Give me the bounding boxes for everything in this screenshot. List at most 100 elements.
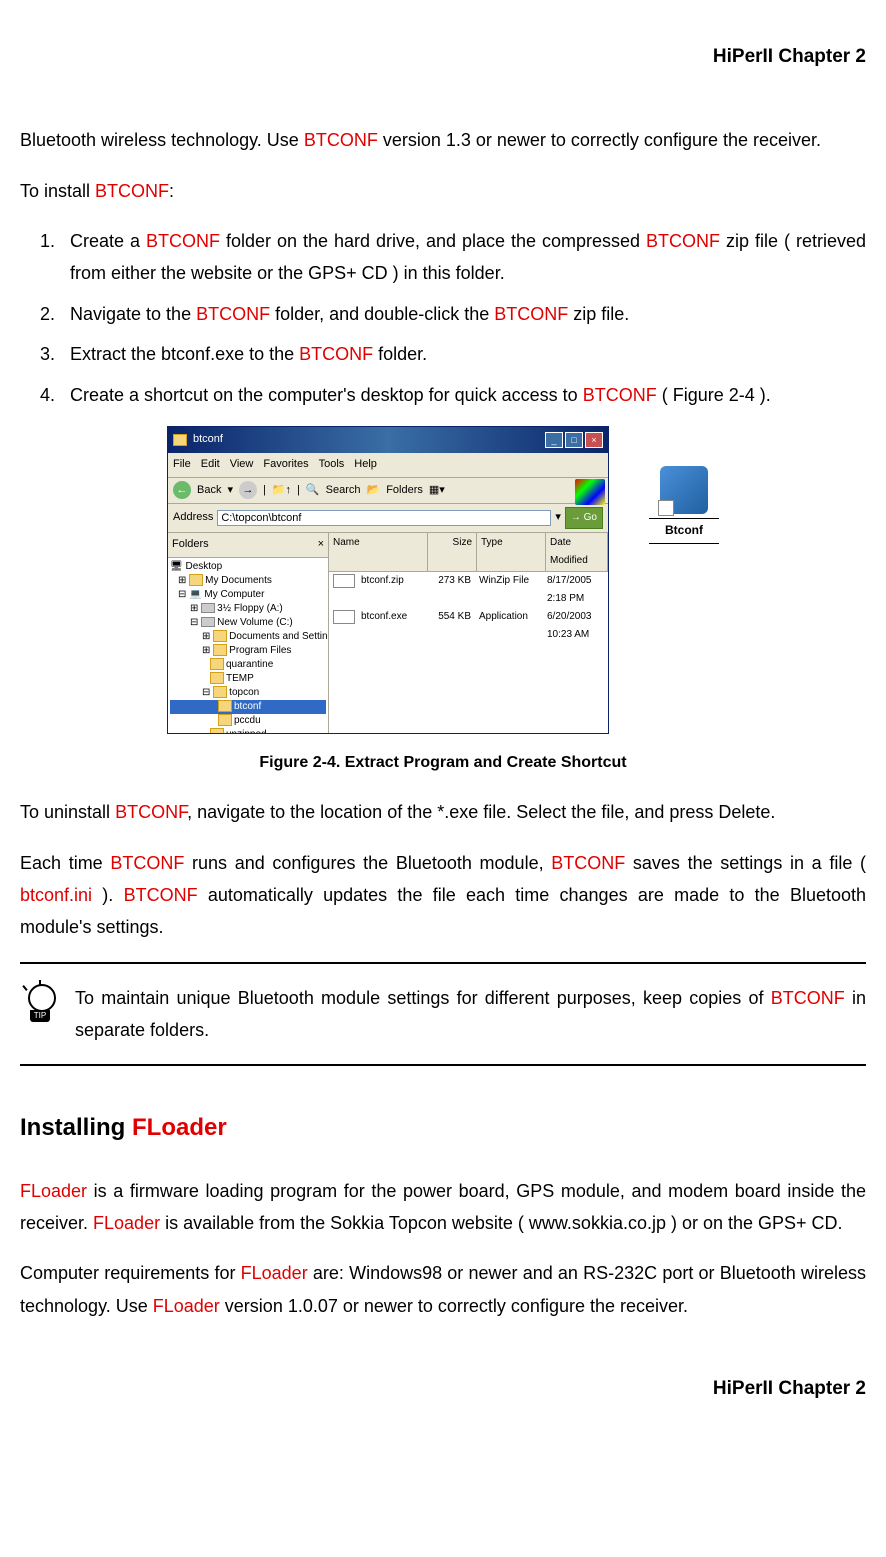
col-date[interactable]: Date Modified [546, 533, 608, 571]
text: is available from the Sokkia Topcon webs… [160, 1213, 842, 1233]
text: , navigate to the location of the *.exe … [187, 802, 775, 822]
tree-item-unzipped[interactable]: unzipped [170, 728, 326, 733]
folders-icon[interactable]: 📂 [366, 481, 380, 501]
folder-icon [210, 672, 224, 684]
text: : [169, 181, 174, 201]
folders-header: Folders × [168, 533, 328, 558]
btconf-shortcut-icon [660, 466, 708, 514]
col-type[interactable]: Type [477, 533, 546, 571]
menu-help[interactable]: Help [354, 455, 377, 475]
folder-icon [210, 658, 224, 670]
floader-p1: FLoader is a firmware loading program fo… [20, 1175, 866, 1240]
text: saves the settings in a file ( [625, 853, 866, 873]
folder-icon [210, 728, 224, 733]
step-3: Extract the btconf.exe to the BTCONF fol… [60, 338, 866, 370]
heading-installing-floader: Installing FLoader [20, 1106, 866, 1149]
text: ). [92, 885, 124, 905]
go-label: Go [584, 512, 597, 523]
keyword-btconf: BTCONF [494, 304, 568, 324]
address-input[interactable] [217, 510, 551, 526]
menu-file[interactable]: File [173, 455, 191, 475]
back-button[interactable]: ← [173, 481, 191, 499]
menu-view[interactable]: View [230, 455, 254, 475]
label: My Documents [205, 575, 272, 586]
window-title: btconf [193, 430, 223, 450]
folder-icon [218, 700, 232, 712]
tree-item-floppy[interactable]: ⊞ 3½ Floppy (A:) [170, 602, 326, 616]
search-label[interactable]: Search [326, 481, 361, 501]
text: Installing [20, 1114, 132, 1141]
tree-item-btconf[interactable]: btconf [170, 700, 326, 714]
exe-file-icon [333, 610, 355, 624]
tree-item-pccdu[interactable]: pccdu [170, 714, 326, 728]
zip-file-icon [333, 574, 355, 588]
separator: | [263, 481, 266, 501]
up-button[interactable]: 📁↑ [272, 481, 291, 501]
keyword-floader: FLoader [20, 1181, 87, 1201]
search-icon[interactable]: 🔍 [306, 481, 320, 501]
address-dropdown-icon[interactable]: ▾ [555, 508, 561, 528]
figure-caption: Figure 2-4. Extract Program and Create S… [20, 749, 866, 778]
minimize-button[interactable]: _ [545, 432, 563, 448]
folder-icon [213, 686, 227, 698]
text: folder, and double-click the [270, 304, 494, 324]
menu-tools[interactable]: Tools [319, 455, 345, 475]
tip-label: TIP [30, 1010, 50, 1022]
shortcut-label: Btconf [649, 518, 719, 544]
folders-label[interactable]: Folders [386, 481, 423, 501]
menu-favorites[interactable]: Favorites [263, 455, 308, 475]
tree-item-topcon[interactable]: ⊟ topcon [170, 686, 326, 700]
file-row[interactable]: btconf.exe 554 KB Application 6/20/2003 … [329, 608, 608, 644]
col-name[interactable]: Name [329, 533, 428, 571]
file-type: WinZip File [475, 572, 543, 608]
step-2: Navigate to the BTCONF folder, and doubl… [60, 298, 866, 330]
keyword-btconf: BTCONF [95, 181, 169, 201]
tree-item-mycomp[interactable]: ⊟ 💻 My Computer [170, 588, 326, 602]
tree-item-desktop[interactable]: 🖥 Desktop [170, 560, 326, 574]
forward-button[interactable]: → [239, 481, 257, 499]
go-button[interactable]: → Go [565, 507, 603, 529]
label: New Volume (C:) [217, 617, 293, 628]
floader-p2: Computer requirements for FLoader are: W… [20, 1257, 866, 1322]
menu-edit[interactable]: Edit [201, 455, 220, 475]
maximize-button[interactable]: □ [565, 432, 583, 448]
folder-icon [213, 644, 227, 656]
file-date: 6/20/2003 10:23 AM [543, 608, 608, 644]
tree-item-docset[interactable]: ⊞ Documents and Settings [170, 630, 326, 644]
drive-icon [201, 617, 215, 627]
tree-item-newvol[interactable]: ⊟ New Volume (C:) [170, 616, 326, 630]
window-title-bar[interactable]: btconf _ □ × [168, 427, 608, 453]
keyword-btconf: BTCONF [124, 885, 198, 905]
col-size[interactable]: Size [428, 533, 477, 571]
tree-item-temp[interactable]: TEMP [170, 672, 326, 686]
page-header: HiPerII Chapter 2 [20, 40, 866, 74]
back-label[interactable]: Back [197, 481, 221, 501]
keyword-btconf: BTCONF [196, 304, 270, 324]
address-bar: Address ▾ → Go [168, 504, 608, 533]
folder-tree: 🖥 Desktop ⊞ My Documents ⊟ 💻 My Computer… [168, 558, 328, 733]
text: version 1.3 or newer to correctly config… [378, 130, 821, 150]
file-type: Application [475, 608, 543, 644]
keyword-btconf: BTCONF [771, 988, 845, 1008]
tip-icon: TIP [20, 982, 60, 1022]
text: To install [20, 181, 95, 201]
text: ( Figure 2-4 ). [657, 385, 771, 405]
tree-item-progfiles[interactable]: ⊞ Program Files [170, 644, 326, 658]
keyword-btconf: BTCONF [551, 853, 625, 873]
close-button[interactable]: × [585, 432, 603, 448]
desktop-shortcut[interactable]: Btconf [649, 466, 719, 544]
text: version 1.0.07 or newer to correctly con… [220, 1296, 688, 1316]
tree-item-quarantine[interactable]: quarantine [170, 658, 326, 672]
tree-item-mydocs[interactable]: ⊞ My Documents [170, 574, 326, 588]
back-dropdown-icon[interactable]: ▾ [227, 481, 233, 501]
content-area: Folders × 🖥 Desktop ⊞ My Documents ⊟ 💻 M… [168, 533, 608, 733]
keyword-btconf: BTCONF [299, 344, 373, 364]
views-button[interactable]: ▦▾ [429, 481, 445, 501]
file-row[interactable]: btconf.zip 273 KB WinZip File 8/17/2005 … [329, 572, 608, 608]
folders-title: Folders [172, 535, 209, 555]
text: Create a shortcut on the computer's desk… [70, 385, 583, 405]
tip-callout: TIP To maintain unique Bluetooth module … [20, 982, 866, 1047]
divider [20, 962, 866, 964]
folders-close-icon[interactable]: × [318, 535, 324, 555]
floppy-icon [201, 603, 215, 613]
